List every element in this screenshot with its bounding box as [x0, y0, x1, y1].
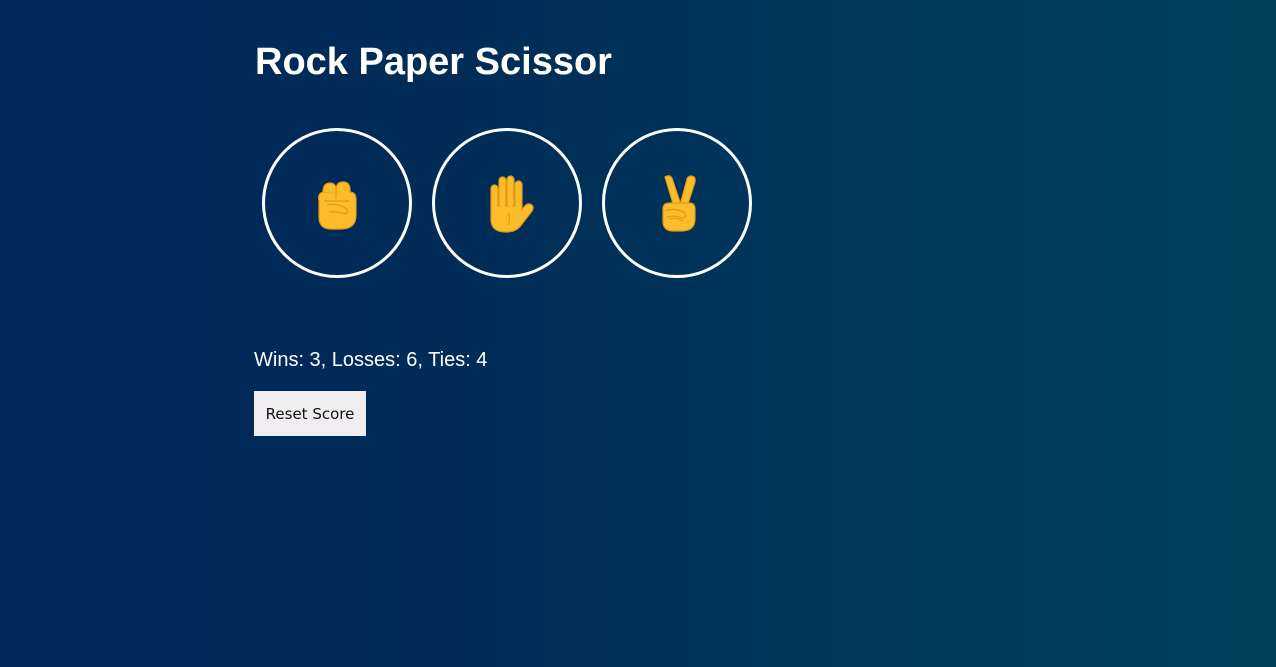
rock-button[interactable]	[262, 128, 412, 278]
choices-row	[262, 128, 752, 278]
paper-button[interactable]	[432, 128, 582, 278]
raised-hand-icon	[490, 175, 534, 233]
reset-score-button[interactable]: Reset Score	[254, 391, 366, 436]
score-text: Wins: 3, Losses: 6, Ties: 4	[254, 349, 488, 371]
scissors-button[interactable]	[602, 128, 752, 278]
raised-fist-icon	[317, 181, 357, 230]
victory-hand-icon	[662, 175, 696, 232]
page-title: Rock Paper Scissor	[255, 41, 612, 83]
